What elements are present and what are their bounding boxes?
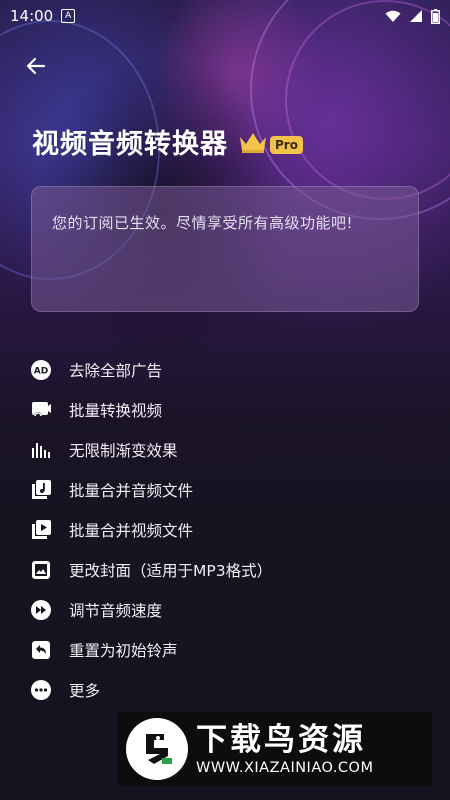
pro-badge: Pro: [270, 135, 303, 154]
feature-item: 更改封面（适用于MP3格式）: [30, 550, 430, 590]
ad-icon: AD: [30, 359, 52, 381]
signal-icon: [410, 10, 422, 22]
feature-list: AD 去除全部广告 批量转换视频 无限制渐变效果 批量合并音频文件 批量合并视频…: [30, 350, 430, 710]
reset-icon: [30, 639, 52, 661]
feature-item: 重置为初始铃声: [30, 630, 430, 670]
notification-icon: A: [61, 9, 76, 23]
watermark-title: 下载鸟资源: [196, 722, 366, 758]
feature-label: 批量合并音频文件: [69, 482, 194, 500]
feature-label: 批量合并视频文件: [69, 522, 194, 540]
video-convert-icon: [30, 399, 52, 421]
arrow-left-icon: [26, 57, 46, 75]
music-file-icon: [30, 479, 52, 501]
feature-item: AD 去除全部广告: [30, 350, 430, 390]
more-icon: [30, 679, 52, 701]
svg-text:AD: AD: [34, 367, 48, 377]
watermark-text: 下载鸟资源 WWW.XIAZAINIAO.COM: [196, 722, 374, 776]
feature-item: 调节音频速度: [30, 590, 430, 630]
crown-icon: [240, 132, 266, 153]
feature-item: 批量合并视频文件: [30, 510, 430, 550]
video-file-icon: [30, 519, 52, 541]
wifi-icon: [385, 10, 401, 22]
header: 视频音频转换器 Pro: [32, 122, 303, 161]
feature-label: 更改封面（适用于MP3格式）: [69, 562, 273, 580]
status-time: 14:00: [10, 7, 54, 25]
feature-label: 更多: [69, 682, 101, 700]
status-bar: 14:00 A: [0, 0, 450, 32]
feature-label: 去除全部广告: [69, 362, 163, 380]
feature-label: 批量转换视频: [69, 402, 163, 420]
page-title: 视频音频转换器: [32, 129, 228, 160]
bird-logo-icon: [126, 718, 188, 780]
battery-icon: [431, 8, 440, 24]
feature-item: 批量转换视频: [30, 390, 430, 430]
feature-item: 无限制渐变效果: [30, 430, 430, 470]
watermark: 下载鸟资源 WWW.XIAZAINIAO.COM: [118, 712, 432, 786]
back-button[interactable]: [22, 52, 50, 80]
subscription-message: 您的订阅已生效。尽情享受所有高级功能吧!: [52, 214, 354, 232]
watermark-url: WWW.XIAZAINIAO.COM: [196, 760, 374, 776]
subscription-card: 您的订阅已生效。尽情享受所有高级功能吧!: [31, 186, 419, 312]
feature-label: 调节音频速度: [69, 602, 163, 620]
equalizer-icon: [30, 439, 52, 461]
feature-label: 无限制渐变效果: [69, 442, 178, 460]
feature-item: 更多: [30, 670, 430, 710]
feature-item: 批量合并音频文件: [30, 470, 430, 510]
feature-label: 重置为初始铃声: [69, 642, 178, 660]
image-icon: [30, 559, 52, 581]
fast-forward-icon: [30, 599, 52, 621]
